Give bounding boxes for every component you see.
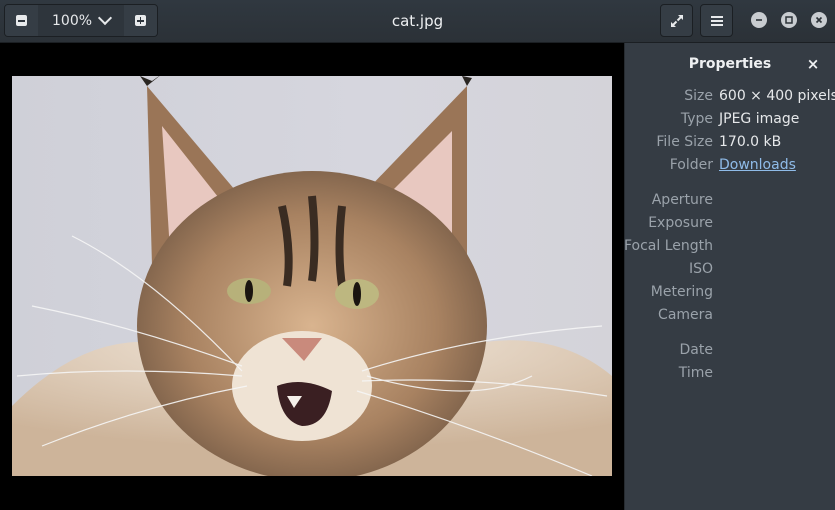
- prop-value: JPEG image: [719, 111, 800, 127]
- fullscreen-icon: [670, 14, 683, 27]
- close-icon: [815, 16, 823, 24]
- prop-label: Aperture: [651, 192, 713, 208]
- minimize-icon: [756, 19, 762, 21]
- prop-row-iso: ISO: [625, 261, 835, 281]
- prop-row-camera: Camera: [625, 307, 835, 327]
- cat-illustration: [12, 76, 612, 476]
- prop-label: ISO: [688, 261, 713, 277]
- prop-row-size: Size 600 × 400 pixels: [625, 88, 835, 108]
- menu-button[interactable]: [700, 4, 733, 37]
- minimize-button[interactable]: [751, 12, 767, 28]
- fullscreen-button[interactable]: [660, 4, 693, 37]
- hamburger-menu-icon: [710, 15, 723, 26]
- prop-label: Focal Length: [623, 238, 713, 254]
- prop-label: Folder: [669, 157, 713, 173]
- header-bar: 100% cat.jpg: [0, 0, 835, 43]
- prop-row-folder: Folder Downloads: [625, 157, 835, 177]
- prop-value: 600 × 400 pixels: [719, 88, 835, 104]
- sidebar-title: Properties: [688, 56, 772, 72]
- prop-row-aperture: Aperture: [625, 192, 835, 212]
- prop-row-focal-length: Focal Length: [623, 238, 835, 258]
- prop-label: Time: [678, 365, 713, 381]
- prop-value: 170.0 kB: [719, 134, 782, 150]
- prop-row-exposure: Exposure: [625, 215, 835, 235]
- maximize-icon: [785, 16, 793, 24]
- cat-photo: [12, 76, 612, 476]
- maximize-button[interactable]: [781, 12, 797, 28]
- prop-label: Size: [684, 88, 713, 104]
- image-canvas[interactable]: [0, 43, 624, 510]
- prop-row-time: Time: [625, 365, 835, 385]
- properties-sidebar: Properties × Size 600 × 400 pixels Type …: [624, 43, 835, 510]
- close-window-button[interactable]: [811, 12, 827, 28]
- folder-link[interactable]: Downloads: [719, 157, 796, 173]
- prop-row-type: Type JPEG image: [625, 111, 835, 131]
- prop-label: Date: [679, 342, 713, 358]
- prop-label: Exposure: [648, 215, 713, 231]
- prop-label: Camera: [658, 307, 713, 323]
- prop-row-date: Date: [625, 342, 835, 362]
- prop-row-metering: Metering: [625, 284, 835, 304]
- prop-label: Metering: [650, 284, 713, 300]
- sidebar-close-button[interactable]: ×: [806, 57, 820, 72]
- prop-row-file-size: File Size 170.0 kB: [625, 134, 835, 154]
- prop-label: Type: [680, 111, 713, 127]
- prop-label: File Size: [656, 134, 713, 150]
